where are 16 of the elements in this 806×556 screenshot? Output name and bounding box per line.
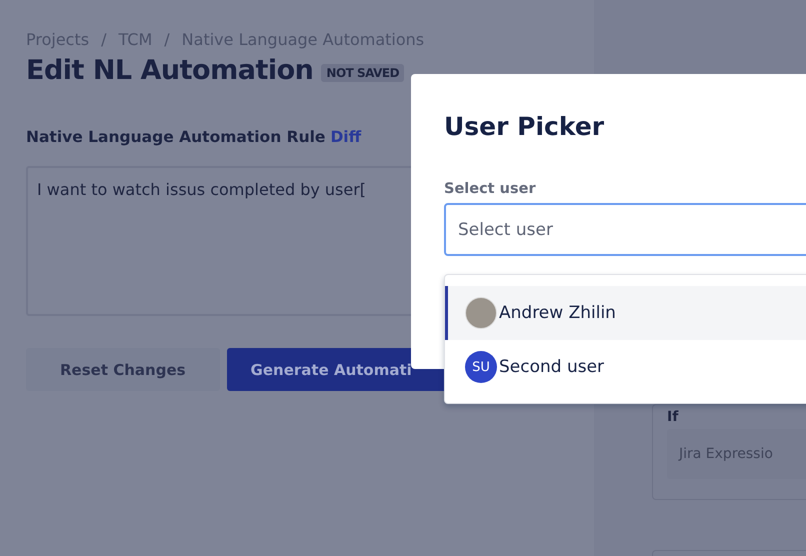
status-badge: NOT SAVED (321, 64, 404, 82)
user-name: Andrew Zhilin (499, 303, 616, 323)
avatar-photo-placeholder (465, 297, 497, 329)
page-title: Edit NL Automation (26, 55, 314, 86)
diff-link[interactable]: Diff (330, 128, 362, 146)
condition-label: If (667, 409, 680, 425)
user-avatar: SU (465, 351, 497, 383)
user-select-field[interactable]: Select user (444, 203, 806, 256)
modal-title: User Picker (444, 112, 606, 141)
user-option[interactable]: Andrew Zhilin (445, 286, 806, 340)
reset-button[interactable]: Reset Changes (26, 348, 220, 391)
user-name: Second user (499, 357, 604, 377)
breadcrumb-separator: / (101, 30, 106, 49)
breadcrumb-separator: / (164, 30, 170, 49)
field-label: Select user (444, 181, 537, 197)
field-label: Native Language Automation Rule (26, 128, 326, 146)
